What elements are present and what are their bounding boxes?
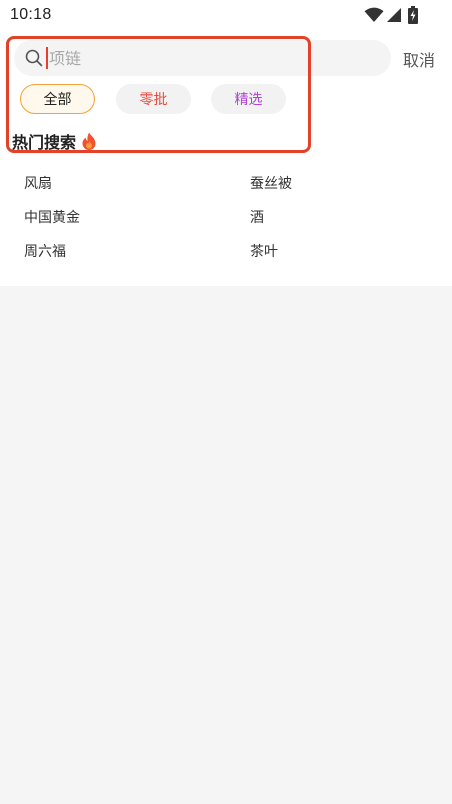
search-box[interactable] (14, 40, 391, 76)
status-time: 10:18 (10, 6, 52, 23)
search-icon (25, 49, 43, 71)
hot-search-item-tea[interactable]: 茶叶 (250, 241, 278, 261)
battery-charging-icon (408, 6, 418, 24)
hot-search-item-silk-quilt[interactable]: 蚕丝被 (250, 173, 292, 193)
filter-chip-all[interactable]: 全部 (20, 84, 95, 114)
cancel-button[interactable]: 取消 (403, 47, 435, 71)
hot-search-item-china-gold[interactable]: 中国黄金 (24, 207, 80, 227)
filter-chip-retail[interactable]: 零批 (116, 84, 191, 114)
status-bar: 10:18 (0, 0, 452, 32)
search-header-area: 取消 全部 零批 精选 热门搜索 风扇 蚕丝被 中国黄金 酒 周六福 茶叶 (0, 32, 452, 286)
search-input[interactable] (49, 40, 369, 76)
wifi-icon (364, 7, 384, 23)
hot-search-item-liquor[interactable]: 酒 (250, 207, 264, 227)
hot-search-title-text: 热门搜索 (12, 133, 77, 152)
hot-search-title: 热门搜索 (12, 129, 96, 153)
filter-chip-featured[interactable]: 精选 (211, 84, 286, 114)
hot-search-item-chow-tai-seng[interactable]: 周六福 (24, 241, 66, 261)
signal-icon (386, 7, 402, 23)
status-icons (364, 6, 418, 24)
text-cursor (46, 47, 48, 69)
fire-icon (82, 132, 96, 150)
hot-search-item-fan[interactable]: 风扇 (24, 173, 52, 193)
